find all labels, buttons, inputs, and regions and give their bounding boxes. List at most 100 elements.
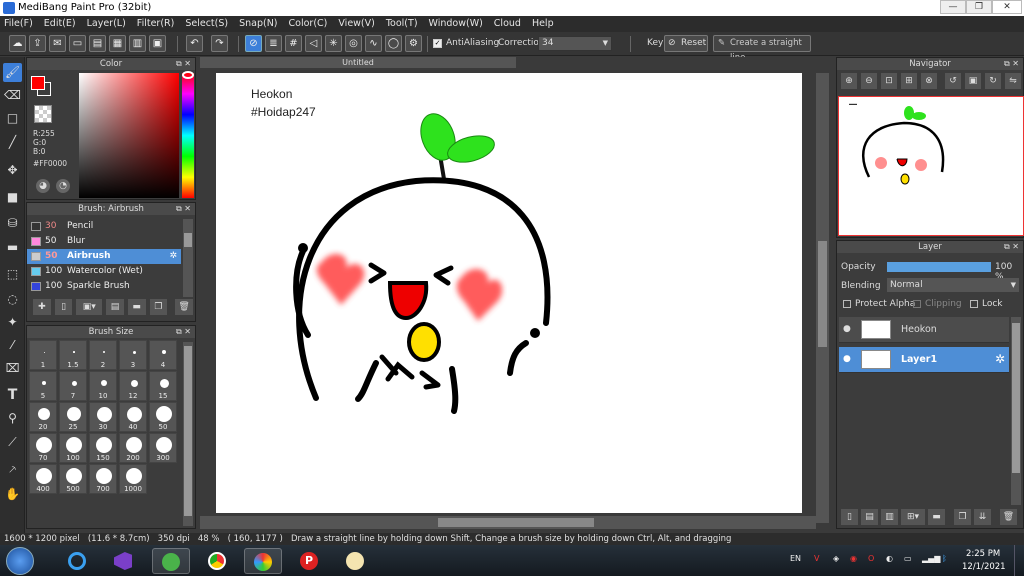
speaker-tray-icon[interactable]: ◐	[886, 554, 893, 563]
brush-size-cell[interactable]: 1.5	[59, 340, 87, 370]
bucket-tool-icon[interactable]: ⛁	[3, 214, 22, 233]
menu-snap[interactable]: Snap(N)	[239, 16, 277, 32]
radial-snap-icon[interactable]: ✳	[325, 35, 342, 52]
opera-tray-icon[interactable]: O	[868, 554, 874, 563]
undo-icon[interactable]: ↶	[186, 35, 203, 52]
menu-layer[interactable]: Layer(L)	[87, 16, 126, 32]
brush-size-cell[interactable]: 12	[119, 371, 147, 401]
new-halftone-layer-icon[interactable]: ▤	[861, 509, 878, 525]
zoom-reset-icon[interactable]: ⊗	[921, 73, 937, 89]
layer-scrollbar[interactable]	[1011, 317, 1021, 505]
trash-icon[interactable]: 🗑	[175, 299, 194, 315]
brush-size-cell[interactable]: 50	[149, 402, 177, 432]
antialias-checkbox[interactable]: ✓	[433, 39, 442, 48]
vivaldi-tray-icon[interactable]: V	[814, 554, 819, 563]
expand-icon[interactable]: ⧉ ✕	[176, 58, 191, 70]
brush-size-cell[interactable]: 3	[119, 340, 147, 370]
comment-icon[interactable]: ✉	[49, 35, 66, 52]
brush-size-cell[interactable]: 4	[149, 340, 177, 370]
brush-size-cell[interactable]: 10	[89, 371, 117, 401]
layer-row-selected[interactable]: ● Layer1 ✲	[839, 347, 1009, 373]
snap-off-icon[interactable]: ⊘	[245, 35, 262, 52]
trash-icon[interactable]: 🗑	[1000, 509, 1017, 525]
expand-icon[interactable]: ⧉ ✕	[176, 326, 191, 338]
brush-size-cell[interactable]: 20	[29, 402, 57, 432]
menu-select[interactable]: Select(S)	[185, 16, 228, 32]
clock-time[interactable]: 2:25 PM	[966, 549, 1000, 559]
menu-edit[interactable]: Edit(E)	[44, 16, 76, 32]
eraser-tool-icon[interactable]: ⌫	[3, 86, 22, 105]
antivirus-tray-icon[interactable]: ◉	[850, 554, 857, 563]
color-picker-field[interactable]	[79, 73, 179, 198]
duplicate-layer-icon[interactable]: ❐	[954, 509, 971, 525]
start-button[interactable]	[6, 547, 34, 575]
merge-layer-icon[interactable]: ⇊	[974, 509, 991, 525]
correction-select[interactable]: 34 ▼	[538, 36, 612, 51]
brush-item-selected[interactable]: 50 Airbrush ✲	[27, 249, 181, 264]
select-rect-tool-icon[interactable]: ⬚	[3, 265, 22, 284]
divide-tool-icon[interactable]: ⟋	[3, 433, 22, 452]
brush-size-cell[interactable]: 1	[29, 340, 57, 370]
zoom-in-icon[interactable]: ⊕	[841, 73, 857, 89]
redo-icon[interactable]: ↷	[211, 35, 228, 52]
brush-size-cell[interactable]: 7	[59, 371, 87, 401]
brush-size-scrollbar[interactable]	[183, 342, 193, 526]
text-tool-icon[interactable]: T	[3, 386, 22, 405]
add-brush-icon[interactable]: ✚	[33, 299, 51, 315]
protect-alpha-checkbox[interactable]	[843, 300, 851, 308]
eye-icon[interactable]: ●	[843, 324, 851, 334]
brush-item[interactable]: 100 Sparkle Brush	[27, 279, 181, 294]
brush-item[interactable]: 50 Blur	[27, 234, 181, 249]
actual-size-icon[interactable]: ⊞	[901, 73, 917, 89]
brush-size-cell[interactable]: 40	[119, 402, 147, 432]
clock-date[interactable]: 12/1/2021	[962, 562, 1006, 572]
parallel-snap-icon[interactable]: ≣	[265, 35, 282, 52]
blending-select[interactable]: Normal ▼	[887, 278, 1019, 292]
transparent-color-swatch[interactable]	[34, 105, 52, 123]
eyedropper-tool-icon[interactable]: ⸕	[3, 460, 22, 479]
grid-view-icon[interactable]: ▣	[149, 35, 166, 52]
battery-tray-icon[interactable]: ▭	[904, 554, 912, 563]
brush-size-cell[interactable]: 25	[59, 402, 87, 432]
maximize-button[interactable]: ❐	[966, 0, 992, 14]
pages-icon[interactable]: ▦	[109, 35, 126, 52]
canvas-hscrollbar[interactable]	[200, 516, 816, 529]
lasso-tool-icon[interactable]: ◌	[3, 290, 22, 309]
select-eraser-tool-icon[interactable]: ⌧	[3, 359, 22, 378]
perspective-snap-icon[interactable]: ◁	[305, 35, 322, 52]
opacity-slider[interactable]	[887, 262, 991, 272]
canvas-vscrollbar[interactable]	[816, 73, 829, 523]
close-button[interactable]: ✕	[992, 0, 1022, 14]
brush-size-cell[interactable]: 500	[59, 464, 87, 494]
menu-window[interactable]: Window(W)	[429, 16, 483, 32]
show-desktop-button[interactable]	[1014, 545, 1024, 576]
import-brush-icon[interactable]: ▣▾	[76, 299, 103, 315]
menu-view[interactable]: View(V)	[338, 16, 374, 32]
brush-item[interactable]: 30 Pencil	[27, 219, 181, 234]
primary-color-swatch[interactable]	[31, 76, 45, 90]
export-icon[interactable]: ▥	[129, 35, 146, 52]
operation-tool-icon[interactable]: ⚲	[3, 409, 22, 428]
straight-line-button[interactable]: ✎ Create a straight line	[713, 35, 811, 63]
brush-size-cell[interactable]: 150	[89, 433, 117, 463]
rotate-right-icon[interactable]: ↻	[985, 73, 1001, 89]
new-layer-icon[interactable]: ▯	[841, 509, 858, 525]
ie-taskbar-icon[interactable]	[58, 548, 96, 574]
gradient-tool-icon[interactable]: ▬	[3, 238, 22, 257]
fill-rect-tool-icon[interactable]: ■	[3, 188, 22, 207]
minimize-button[interactable]: —	[940, 0, 966, 14]
gear-icon[interactable]: ✲	[995, 352, 1005, 366]
pinterest-taskbar-icon[interactable]: P	[290, 548, 328, 574]
layer-row[interactable]: ● Heokon	[839, 317, 1009, 343]
lock-checkbox[interactable]	[970, 300, 978, 308]
paint-taskbar-icon[interactable]	[336, 548, 374, 574]
page-icon[interactable]: ▤	[89, 35, 106, 52]
brush-size-cell[interactable]: 300	[149, 433, 177, 463]
fullscreen-icon[interactable]: ▣	[965, 73, 981, 89]
menu-color[interactable]: Color(C)	[289, 16, 328, 32]
eye-icon[interactable]: ●	[843, 354, 851, 364]
visual-studio-taskbar-icon[interactable]	[104, 548, 142, 574]
menu-file[interactable]: File(F)	[4, 16, 33, 32]
folder-icon[interactable]: ▬	[928, 509, 945, 525]
rotate-left-icon[interactable]: ↺	[945, 73, 961, 89]
